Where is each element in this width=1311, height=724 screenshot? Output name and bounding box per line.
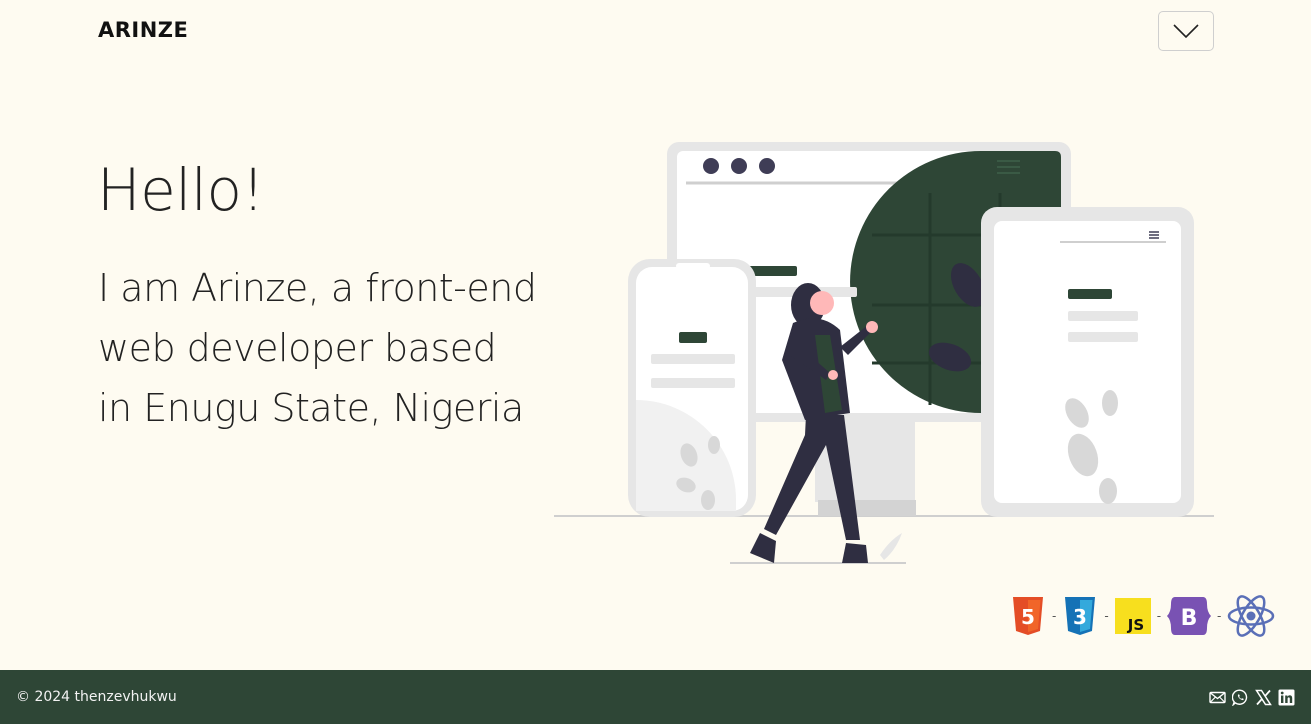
x-icon[interactable] <box>1255 689 1272 706</box>
separator: - <box>1052 609 1057 623</box>
mail-icon[interactable] <box>1209 689 1226 706</box>
whatsapp-icon[interactable] <box>1232 689 1249 706</box>
site-footer: © 2024 thenzevhukwu <box>0 670 1311 724</box>
html5-icon: 5 <box>1013 597 1043 635</box>
separator: - <box>1104 609 1109 623</box>
svg-text:B: B <box>1181 606 1198 631</box>
css3-icon: 3 <box>1065 597 1096 635</box>
bootstrap-icon: B <box>1167 597 1212 635</box>
chevron-down-icon <box>1173 24 1199 38</box>
hero-greeting: Hello! <box>97 156 265 224</box>
social-links <box>1209 689 1295 706</box>
copyright-text: © 2024 thenzevhukwu <box>16 689 177 705</box>
svg-text:3: 3 <box>1073 605 1087 629</box>
svg-text:5: 5 <box>1021 605 1035 629</box>
menu-toggle-button[interactable] <box>1158 11 1214 51</box>
separator: - <box>1217 609 1222 623</box>
hero-intro: I am Arinze, a front-end web developer b… <box>98 266 537 430</box>
javascript-icon: JS <box>1114 598 1151 634</box>
separator: - <box>1156 609 1162 623</box>
tech-stack-icons: 5 - 3 - JS - B - <box>1010 595 1275 637</box>
react-icon <box>1228 595 1275 637</box>
linkedin-icon[interactable] <box>1278 689 1295 706</box>
site-logo[interactable]: ARINZE <box>98 18 188 42</box>
web-devices-illustration <box>554 142 1214 564</box>
svg-text:JS: JS <box>1126 616 1143 634</box>
